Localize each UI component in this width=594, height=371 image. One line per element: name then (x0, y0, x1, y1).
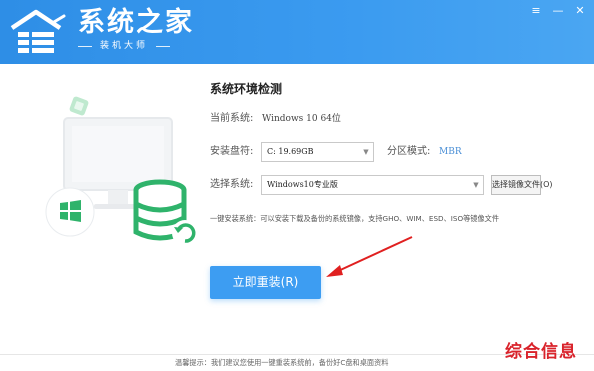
current-system-value: Windows 10 64位 (262, 114, 341, 124)
brand-subtitle-row: 装机大师 (78, 40, 170, 52)
brand-subtitle: 装机大师 (99, 41, 148, 51)
chevron-down-icon: ▼ (473, 181, 479, 189)
system-select-value: Windows10专业版 (267, 180, 338, 189)
chevron-down-icon: ▼ (363, 148, 369, 156)
panel-title: 系统环境检测 (210, 82, 283, 96)
current-system-label: 当前系统: (210, 113, 254, 124)
minimize-button[interactable]: — (550, 4, 566, 18)
install-drive-select[interactable]: C: 19.69GB ▼ (261, 142, 374, 162)
partition-mode-label: 分区模式: (387, 146, 431, 157)
install-info-text: 一键安装系统：可以安装下载及备份的系统镜像，支持GHO、WIM、ESD、ISO等… (210, 214, 500, 223)
install-drive-value: C: 19.69GB (267, 147, 314, 156)
divider (78, 45, 92, 47)
select-system-label: 选择系统: (210, 179, 254, 190)
partition-mode-value: MBR (439, 147, 462, 157)
browse-image-button[interactable]: 选择镜像文件(O) (491, 175, 553, 195)
house-logo-icon (10, 9, 66, 53)
watermark: 综合信息 (505, 342, 577, 362)
divider (155, 45, 170, 47)
annotation-arrow-icon (326, 236, 413, 277)
reinstall-now-button[interactable]: 立即重装(R) (210, 266, 321, 299)
window-controls: ≡ — ✕ (528, 4, 588, 18)
footer-tip: 温馨提示：我们建议您使用一键重装系统前，备份好C盘和桌面资料 (175, 358, 389, 367)
title-bar: 系统之家 装机大师 ≡ — ✕ (0, 0, 594, 64)
close-button[interactable]: ✕ (572, 4, 588, 18)
menu-button[interactable]: ≡ (528, 4, 544, 18)
brand-title: 系统之家 (78, 7, 194, 38)
system-illustration (45, 96, 198, 246)
install-drive-label: 安装盘符: (210, 146, 254, 157)
refresh-icon (172, 220, 198, 246)
windows-logo-icon (45, 187, 95, 237)
gem-icon (69, 96, 89, 116)
system-select[interactable]: Windows10专业版 ▼ (261, 175, 484, 195)
